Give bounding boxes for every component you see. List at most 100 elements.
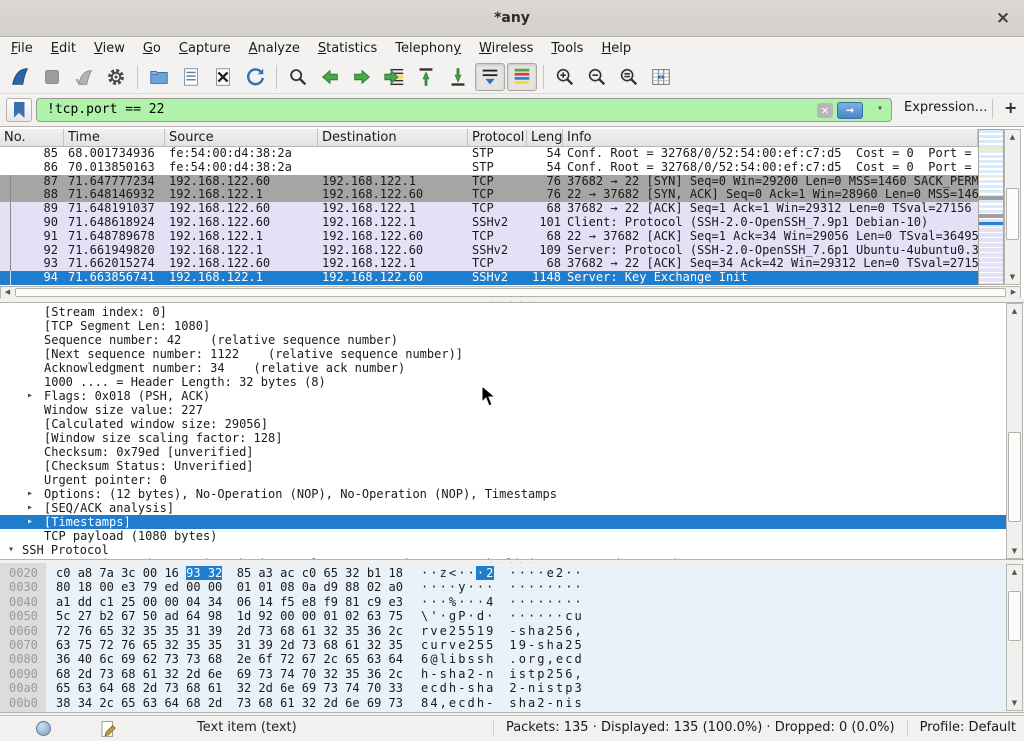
scroll-thumb[interactable]	[1008, 591, 1021, 641]
stop-capture-button[interactable]	[37, 63, 67, 91]
colorize-toggle[interactable]	[507, 63, 537, 91]
hex-row-0040[interactable]: 0040a1 dd c1 25 00 00 04 34 06 14 f5 e8 …	[0, 595, 1006, 609]
capture-comment-icon[interactable]	[100, 720, 117, 738]
go-to-bottom-button[interactable]	[443, 63, 473, 91]
detail-line[interactable]: ▸Options: (12 bytes), No-Operation (NOP)…	[0, 487, 1006, 501]
packet-row-94[interactable]: 9471.663856741192.168.122.1192.168.122.6…	[0, 271, 978, 285]
save-file-button[interactable]	[176, 63, 206, 91]
menu-edit[interactable]: Edit	[42, 39, 85, 58]
scroll-thumb[interactable]	[1006, 188, 1019, 240]
detail-line[interactable]: [Stream index: 0]	[0, 305, 1006, 319]
column-header-time[interactable]: Time	[64, 129, 165, 146]
scroll-down-icon[interactable]: ▼	[1007, 696, 1022, 710]
hex-row-0080[interactable]: 008036 40 6c 69 62 73 73 68 2e 6f 72 67 …	[0, 652, 1006, 666]
scroll-left-icon[interactable]: ◀	[1, 287, 14, 298]
column-header-destination[interactable]: Destination	[318, 129, 468, 146]
zoom-out-button[interactable]	[582, 63, 612, 91]
menu-capture[interactable]: Capture	[170, 39, 240, 58]
next-packet-button[interactable]	[347, 63, 377, 91]
hex-row-0030[interactable]: 003080 18 00 e3 79 ed 00 00 01 01 08 0a …	[0, 580, 1006, 594]
menu-analyze[interactable]: Analyze	[240, 39, 309, 58]
hex-row-0090[interactable]: 009068 2d 73 68 61 32 2d 6e 69 73 74 70 …	[0, 667, 1006, 681]
detail-line[interactable]: [Calculated window size: 29056]	[0, 417, 1006, 431]
scroll-down-icon[interactable]: ▼	[1007, 544, 1022, 558]
zoom-in-button[interactable]	[550, 63, 580, 91]
packet-list-vscrollbar[interactable]: ▲ ▼	[1004, 129, 1021, 285]
detail-line[interactable]: ▸[Timestamps]	[0, 515, 1006, 529]
detail-line[interactable]: [Checksum Status: Unverified]	[0, 459, 1006, 473]
column-header-protocol[interactable]: Protocol	[468, 129, 527, 146]
detail-line[interactable]: Sequence number: 42 (relative sequence n…	[0, 333, 1006, 347]
scroll-up-icon[interactable]: ▲	[1005, 130, 1020, 144]
filter-history-caret-icon[interactable]: ▾	[877, 103, 883, 114]
tree-collapsed-icon[interactable]: ▸	[27, 389, 33, 403]
open-file-button[interactable]	[144, 63, 174, 91]
detail-line[interactable]: [TCP Segment Len: 1080]	[0, 319, 1006, 333]
expert-info-icon[interactable]	[36, 721, 51, 736]
hex-vscrollbar[interactable]: ▲ ▼	[1006, 564, 1023, 711]
detail-line[interactable]: Window size value: 227	[0, 403, 1006, 417]
packet-row-89[interactable]: 8971.648191037192.168.122.60192.168.122.…	[0, 202, 978, 216]
add-filter-button[interactable]: +	[1004, 98, 1017, 117]
hex-row-0020[interactable]: 0020c0 a8 7a 3c 00 16 93 32 85 a3 ac c0 …	[0, 566, 1006, 580]
column-header-info[interactable]: Info	[563, 129, 978, 146]
hex-row-0070[interactable]: 007063 75 72 76 65 32 35 35 31 39 2d 73 …	[0, 638, 1006, 652]
zoom-reset-button[interactable]	[614, 63, 644, 91]
column-header-no[interactable]: No.	[0, 129, 64, 146]
resize-columns-button[interactable]	[646, 63, 676, 91]
details-vscrollbar[interactable]: ▲ ▼	[1006, 303, 1023, 559]
column-header-length[interactable]: Length	[527, 129, 563, 146]
hex-row-0060[interactable]: 006072 76 65 32 35 35 31 39 2d 73 68 61 …	[0, 624, 1006, 638]
scroll-up-icon[interactable]: ▲	[1007, 304, 1022, 318]
apply-filter-icon[interactable]: →	[837, 102, 863, 119]
packet-row-91[interactable]: 9171.648789678192.168.122.1192.168.122.6…	[0, 230, 978, 244]
find-packet-button[interactable]	[283, 63, 313, 91]
filter-bookmark-button[interactable]	[6, 98, 32, 122]
column-header-source[interactable]: Source	[165, 129, 318, 146]
go-to-packet-button[interactable]	[379, 63, 409, 91]
detail-line[interactable]: ▸Flags: 0x018 (PSH, ACK)	[0, 389, 1006, 403]
packet-row-90[interactable]: 9071.648618924192.168.122.60192.168.122.…	[0, 216, 978, 230]
menu-wireless[interactable]: Wireless	[470, 39, 542, 58]
close-file-button[interactable]	[208, 63, 238, 91]
detail-line[interactable]: [Next sequence number: 1122 (relative se…	[0, 347, 1006, 361]
auto-scroll-toggle[interactable]	[475, 63, 505, 91]
packet-row-86[interactable]: 8670.013850163fe:54:00:d4:38:2aSTP54Conf…	[0, 161, 978, 175]
detail-line[interactable]: TCP payload (1080 bytes)	[0, 529, 1006, 543]
scroll-right-icon[interactable]: ▶	[1007, 287, 1020, 298]
detail-line[interactable]: Urgent pointer: 0	[0, 473, 1006, 487]
status-profile[interactable]: Profile: Default	[920, 720, 1016, 735]
tree-collapsed-icon[interactable]: ▸	[27, 487, 33, 501]
detail-line[interactable]: Checksum: 0x79ed [unverified]	[0, 445, 1006, 459]
detail-line[interactable]: ▸[SEQ/ACK analysis]	[0, 501, 1006, 515]
scroll-thumb[interactable]	[15, 288, 1006, 297]
restart-capture-button[interactable]	[69, 63, 99, 91]
go-to-top-button[interactable]	[411, 63, 441, 91]
menu-file[interactable]: File	[2, 39, 42, 58]
packet-row-92[interactable]: 9271.661949820192.168.122.1192.168.122.6…	[0, 244, 978, 258]
scroll-thumb[interactable]	[1008, 432, 1021, 522]
tree-collapsed-icon[interactable]: ▸	[27, 515, 33, 529]
menu-view[interactable]: View	[85, 39, 134, 58]
packet-row-87[interactable]: 8771.647777234192.168.122.60192.168.122.…	[0, 175, 978, 189]
menu-statistics[interactable]: Statistics	[309, 39, 386, 58]
detail-line[interactable]: [Window size scaling factor: 128]	[0, 431, 1006, 445]
menu-help[interactable]: Help	[592, 39, 640, 58]
packet-row-88[interactable]: 8871.648146932192.168.122.1192.168.122.6…	[0, 188, 978, 202]
menu-go[interactable]: Go	[134, 39, 170, 58]
detail-line[interactable]: ▾SSH Protocol	[0, 543, 1006, 557]
detail-line[interactable]: 1000 .... = Header Length: 32 bytes (8)	[0, 375, 1006, 389]
close-window-button[interactable]: ×	[992, 8, 1014, 30]
hex-row-00a0[interactable]: 00a065 63 64 68 2d 73 68 61 32 2d 6e 69 …	[0, 681, 1006, 695]
previous-packet-button[interactable]	[315, 63, 345, 91]
titlebar[interactable]: *any ×	[0, 0, 1024, 37]
packet-row-93[interactable]: 9371.662015274192.168.122.60192.168.122.…	[0, 257, 978, 271]
tree-collapsed-icon[interactable]: ▸	[27, 501, 33, 515]
start-capture-button[interactable]	[5, 63, 35, 91]
expression-button[interactable]: Expression…	[904, 100, 988, 115]
capture-options-button[interactable]	[101, 63, 131, 91]
menu-tools[interactable]: Tools	[542, 39, 592, 58]
packet-row-85[interactable]: 8568.001734936fe:54:00:d4:38:2aSTP54Conf…	[0, 147, 978, 161]
display-filter-input[interactable]: !tcp.port == 22 ✕ → ▾	[36, 98, 892, 122]
menu-telephony[interactable]: Telephony	[386, 39, 470, 58]
